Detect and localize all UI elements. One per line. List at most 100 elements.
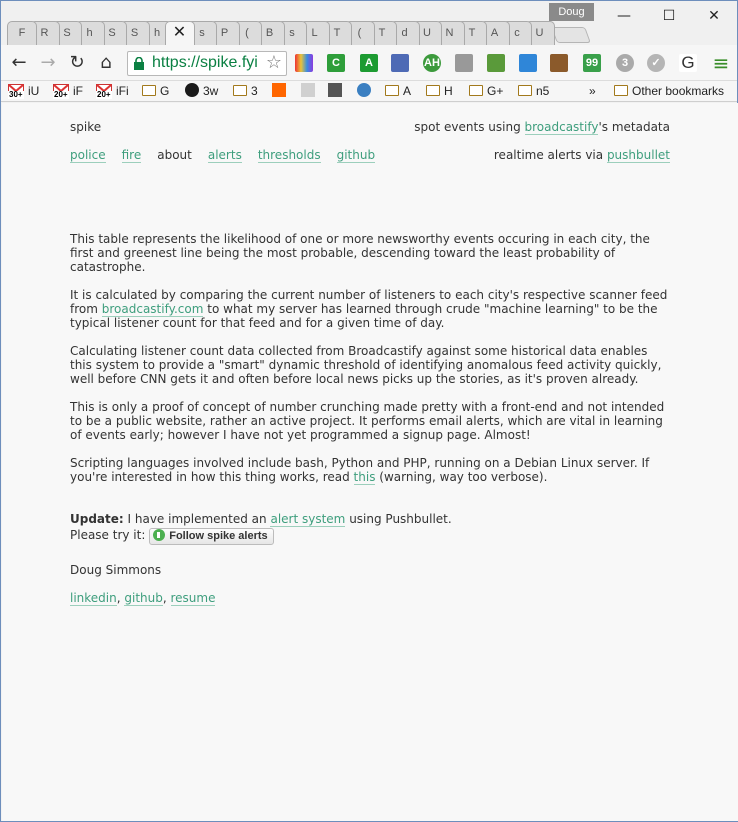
bookmark-label: iF xyxy=(73,84,83,98)
news-icon xyxy=(301,83,315,97)
chrome-menu-button[interactable]: ≡ xyxy=(709,51,733,75)
bookmark-item[interactable] xyxy=(357,83,375,100)
bookmarks-overflow-button[interactable]: » xyxy=(589,83,596,100)
bookmark-label: iU xyxy=(28,84,40,98)
try-label: Please try it: xyxy=(70,528,146,542)
broadcastify-com-link[interactable]: broadcastify.com xyxy=(101,302,204,317)
gmail-icon: 20+ xyxy=(96,84,112,99)
nav-github[interactable]: github xyxy=(336,148,376,163)
bookmark-item[interactable]: 3w xyxy=(185,83,218,100)
flag-icon[interactable] xyxy=(391,54,409,72)
hn-icon xyxy=(272,83,286,97)
paragraph-proof: This is only a proof of concept of numbe… xyxy=(70,400,665,442)
about-content: This table represents the likelihood of … xyxy=(70,232,670,498)
bookmark-label: G+ xyxy=(487,84,504,98)
gmail-icon: 30+ xyxy=(8,84,24,99)
paragraph-intro: This table represents the likelihood of … xyxy=(70,232,650,274)
follow-button-label: Follow spike alerts xyxy=(169,530,268,542)
bookmark-star-icon[interactable]: ☆ xyxy=(266,52,282,73)
check-circle-icon[interactable]: ✓ xyxy=(647,54,665,72)
bookmark-label: n5 xyxy=(536,84,550,98)
bookmark-item[interactable]: G+ xyxy=(469,83,503,100)
bookmark-item[interactable] xyxy=(328,83,346,100)
bookmark-label: 3 xyxy=(251,84,258,98)
google-g-icon[interactable]: G xyxy=(679,54,697,72)
close-window-button[interactable]: ✕ xyxy=(691,1,737,31)
author-name: Doug Simmons xyxy=(70,563,162,577)
bookmark-item[interactable]: H xyxy=(426,83,453,100)
update-text: I have implemented an xyxy=(123,512,271,526)
other-bookmarks-folder[interactable]: Other bookmarks xyxy=(614,83,724,100)
folder-icon xyxy=(385,85,399,96)
url-text: https://spike.fyi xyxy=(152,54,258,71)
circle3-icon[interactable]: 3 xyxy=(616,54,634,72)
nav-thresholds[interactable]: thresholds xyxy=(257,148,321,163)
back-button[interactable]: ← xyxy=(7,51,31,75)
gmail-icon: 20+ xyxy=(53,84,69,99)
bookmark-item[interactable]: n5 xyxy=(518,83,549,100)
site-nav: police fire about alerts thresholds github xyxy=(70,148,391,163)
nav-police[interactable]: police xyxy=(70,148,106,163)
site-brand[interactable]: spike xyxy=(70,120,101,134)
bookmark-item[interactable]: G xyxy=(142,83,169,100)
home-button[interactable]: ⌂ xyxy=(94,51,118,75)
folder-icon xyxy=(614,85,628,96)
p5-text-end: (warning, way too verbose). xyxy=(375,470,548,484)
bookmark-item[interactable]: 20+ iFi xyxy=(96,83,129,100)
signal-icon xyxy=(357,83,371,97)
window-titlebar: F R Sh S Sh ✕ s P(Bs L T(Td U N T Ac U Doug — ☐ ✕ xyxy=(1,1,737,45)
resume-link[interactable]: resume xyxy=(170,591,216,606)
ah-icon[interactable]: AH xyxy=(423,54,441,72)
realtime-alerts: realtime alerts via pushbullet xyxy=(493,148,670,163)
browser-tab[interactable]: F xyxy=(7,21,37,45)
pushbullet-icon xyxy=(153,529,166,541)
pushbullet-link[interactable]: pushbullet xyxy=(606,148,670,163)
bookmark-item[interactable]: 20+ iF xyxy=(53,83,83,100)
rss-icon[interactable] xyxy=(455,54,473,72)
folder-icon xyxy=(518,85,532,96)
monkey-icon[interactable] xyxy=(550,54,568,72)
bookmark-item[interactable] xyxy=(301,83,319,100)
reload-button[interactable]: ↻ xyxy=(65,51,89,75)
colorpicker-icon[interactable] xyxy=(295,54,313,72)
nav-fire[interactable]: fire xyxy=(121,148,142,163)
maximize-button[interactable]: ☐ xyxy=(646,1,692,31)
follow-spike-alerts-button[interactable]: Follow spike alerts xyxy=(149,528,274,545)
quote-icon[interactable]: 99 xyxy=(583,54,601,72)
refresh-green-icon[interactable]: C xyxy=(327,54,345,72)
realtime-text: realtime alerts via xyxy=(493,148,607,162)
page-viewport: spike spot events using broadcastify's m… xyxy=(2,103,738,821)
drive-icon[interactable] xyxy=(519,54,537,72)
alert-system-link[interactable]: alert system xyxy=(270,512,346,527)
forward-button[interactable]: → xyxy=(36,51,60,75)
spiral-icon xyxy=(185,83,199,97)
bookmark-item[interactable] xyxy=(272,83,290,100)
broadcastify-link[interactable]: broadcastify xyxy=(524,120,599,135)
this-link[interactable]: this xyxy=(353,470,376,485)
new-tab-button[interactable] xyxy=(551,27,591,43)
a-green-icon[interactable]: A xyxy=(360,54,378,72)
profile-badge[interactable]: Doug xyxy=(549,3,594,21)
lock-icon xyxy=(134,57,144,70)
folder-icon xyxy=(142,85,156,96)
nav-alerts[interactable]: alerts xyxy=(207,148,242,163)
unread-badge: 20+ xyxy=(53,90,69,99)
browser-toolbar: ← → ↻ ⌂ https://spike.fyi ☆ C A AH 99 3 ✓ G ≡ xyxy=(1,45,737,81)
update-text-end: using Pushbullet. xyxy=(345,512,452,526)
bookmark-item[interactable]: 30+ iU xyxy=(8,83,39,100)
social-links: linkedin, github, resume xyxy=(70,591,216,606)
linkedin-link[interactable]: linkedin xyxy=(70,591,117,606)
folder-icon xyxy=(233,85,247,96)
bookmark-label: G xyxy=(160,84,170,98)
evernote-icon[interactable] xyxy=(487,54,505,72)
bookmark-item[interactable]: A xyxy=(385,83,411,100)
minimize-button[interactable]: — xyxy=(601,1,647,31)
bookmark-label: iFi xyxy=(116,84,129,98)
address-bar[interactable]: https://spike.fyi ☆ xyxy=(127,51,287,76)
bookmark-item[interactable]: 3 xyxy=(233,83,258,100)
update-line: Update: I have implemented an alert syst… xyxy=(70,512,452,527)
unread-badge: 20+ xyxy=(96,90,112,99)
folder-icon xyxy=(426,85,440,96)
github-link[interactable]: github xyxy=(124,591,163,606)
tab-active[interactable]: ✕ xyxy=(164,21,195,45)
